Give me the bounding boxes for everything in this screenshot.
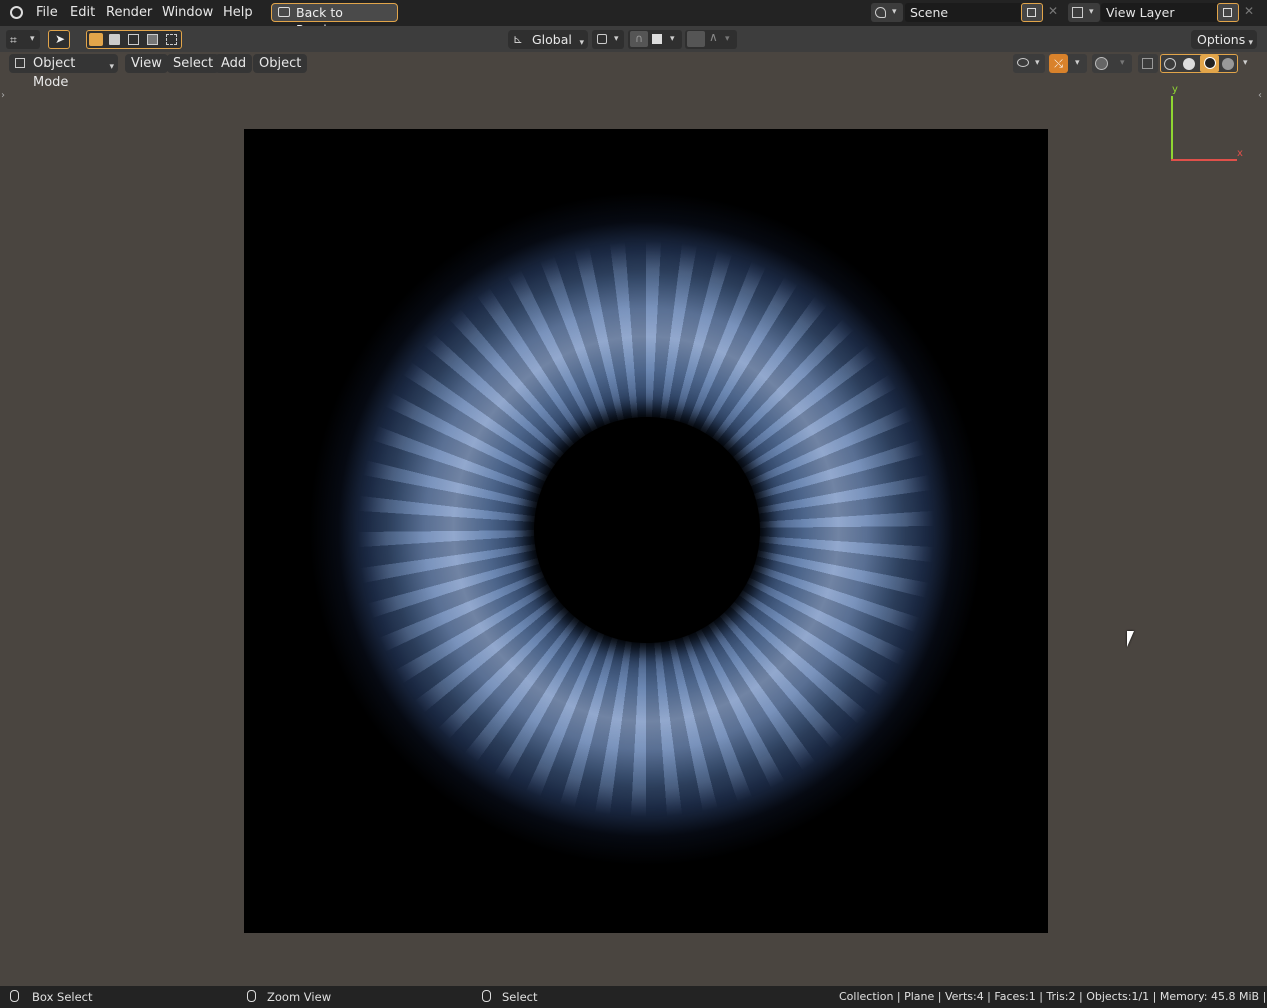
proportional-edit-icon[interactable]: [687, 31, 705, 47]
scene-browse-button[interactable]: ▾: [871, 3, 903, 22]
chevron-down-icon: ▾: [109, 62, 114, 72]
pupil: [534, 417, 760, 643]
overlays-icon[interactable]: [1095, 57, 1108, 70]
chevron-down-icon: ▾: [1120, 58, 1125, 68]
mouse-right-icon: [482, 990, 491, 1002]
x-axis-label: x: [1237, 148, 1243, 159]
view-layer-browse-button[interactable]: ▾: [1068, 3, 1100, 22]
editor-type-button[interactable]: ⌗ ▾: [6, 30, 40, 49]
menu-render[interactable]: Render: [106, 4, 152, 22]
gizmo-toggle-group: ⤯ ▾: [1049, 54, 1087, 73]
status-bar: Box Select Zoom View Select Collection |…: [0, 986, 1267, 1008]
proportional-editing-group: ∧ ▾: [685, 30, 737, 49]
scene-name-field[interactable]: Scene: [905, 3, 1026, 22]
menu-window[interactable]: Window: [162, 4, 213, 22]
chevron-down-icon: ▾: [1248, 38, 1253, 48]
select-subtract-icon[interactable]: [128, 34, 139, 45]
image-plane[interactable]: [244, 129, 1048, 933]
select-intersect-icon[interactable]: [166, 34, 177, 45]
duplicate-icon: [1027, 8, 1036, 17]
chevron-down-icon: ▾: [1035, 58, 1040, 68]
close-icon[interactable]: ✕: [1048, 4, 1058, 18]
blender-logo-icon[interactable]: [10, 6, 23, 19]
xray-icon: [1142, 58, 1153, 69]
snap-increment-icon[interactable]: [652, 34, 662, 44]
sidebar-expand-arrow-icon[interactable]: ‹: [1258, 90, 1262, 101]
transform-orientation-dropdown[interactable]: ⊾ Global ▾: [508, 30, 588, 49]
select-menu[interactable]: Select: [167, 54, 220, 73]
options-dropdown[interactable]: Options ▾: [1191, 30, 1257, 49]
object-mode-dropdown[interactable]: Object Mode ▾: [9, 54, 118, 90]
chevron-down-icon: ▾: [670, 34, 675, 44]
falloff-curve-icon[interactable]: ∧: [709, 30, 718, 44]
view-menu[interactable]: View: [125, 54, 168, 73]
chevron-down-icon: ▾: [1075, 58, 1080, 68]
object-mode-icon: [15, 58, 25, 68]
rendered-shading-icon[interactable]: [1222, 58, 1234, 70]
top-menu-bar: File Edit Render Window Help Back to Pre…: [0, 0, 1267, 37]
select-invert-icon[interactable]: [147, 34, 158, 45]
solid-shading-icon[interactable]: [1183, 58, 1195, 70]
view-layer-name-field[interactable]: View Layer: [1101, 3, 1222, 22]
orientation-axes-icon: ⊾: [513, 32, 524, 46]
viewport-header: Object Mode ▾ View Select Add Object ▾ ⤯…: [0, 52, 1267, 90]
object-menu[interactable]: Object: [253, 54, 308, 73]
chevron-down-icon: ▾: [892, 7, 897, 17]
y-axis-label: y: [1172, 84, 1178, 95]
select-new-icon[interactable]: [89, 33, 103, 46]
new-scene-button[interactable]: [1021, 3, 1043, 22]
mouse-middle-icon: [247, 990, 256, 1002]
material-preview-sphere-icon: [1204, 57, 1216, 69]
gizmo-icon[interactable]: ⤯: [1049, 54, 1068, 73]
status-right-hint: Select: [502, 990, 538, 1004]
wireframe-shading-icon[interactable]: [1164, 58, 1176, 70]
new-view-layer-button[interactable]: [1217, 3, 1239, 22]
magnet-icon[interactable]: ∩: [630, 31, 648, 47]
duplicate-icon: [1223, 8, 1232, 17]
close-icon[interactable]: ✕: [1244, 4, 1254, 18]
object-visibility-dropdown[interactable]: ▾: [1013, 54, 1045, 73]
select-extend-icon[interactable]: [109, 34, 120, 45]
shading-mode-group: [1160, 54, 1238, 73]
xray-toggle-button[interactable]: [1138, 54, 1158, 73]
snapping-group: ∩ ▾: [628, 30, 682, 49]
add-menu[interactable]: Add: [215, 54, 253, 73]
menu-edit[interactable]: Edit: [70, 4, 95, 22]
pivot-icon: [597, 34, 607, 44]
tool-header: ⌗ ▾ ➤ ⊾ Global ▾ ▾ ∩ ▾ ∧ ▾ Options ▾: [0, 26, 1267, 52]
selection-mode-group: [86, 30, 182, 49]
back-icon: [278, 7, 290, 17]
chevron-down-icon: ▾: [725, 34, 730, 44]
back-to-previous-button[interactable]: Back to Previous: [271, 3, 398, 37]
shading-options-chevron-icon[interactable]: ▾: [1243, 58, 1248, 68]
toolbar-expand-arrow-icon[interactable]: ›: [1, 90, 5, 101]
axis-gizmo[interactable]: y x: [1166, 84, 1246, 166]
eye-icon: [1017, 58, 1029, 67]
scene-icon: [875, 7, 886, 18]
scene-statistics: Collection | Plane | Verts:4 | Faces:1 |…: [839, 990, 1267, 1003]
x-axis-line: [1171, 159, 1237, 161]
chevron-down-icon: ▾: [614, 34, 619, 44]
chevron-down-icon: ▾: [1089, 7, 1094, 17]
layers-icon: [1072, 7, 1083, 18]
chevron-down-icon: ▾: [30, 34, 35, 44]
overlays-toggle-group: ▾: [1092, 54, 1132, 73]
status-left-hint: Box Select: [32, 990, 93, 1004]
pivot-point-dropdown[interactable]: ▾: [592, 30, 624, 49]
y-axis-line: [1171, 96, 1173, 160]
menu-help[interactable]: Help: [223, 4, 253, 22]
status-middle-hint: Zoom View: [267, 990, 332, 1004]
cursor-arrow-icon: ➤: [55, 32, 66, 46]
viewport-icon: ⌗: [10, 33, 17, 47]
chevron-down-icon: ▾: [579, 38, 584, 48]
mouse-left-icon: [10, 990, 19, 1002]
mouse-cursor-icon: [1127, 631, 1134, 647]
select-tool-button[interactable]: ➤: [48, 30, 70, 49]
menu-file[interactable]: File: [36, 4, 58, 22]
